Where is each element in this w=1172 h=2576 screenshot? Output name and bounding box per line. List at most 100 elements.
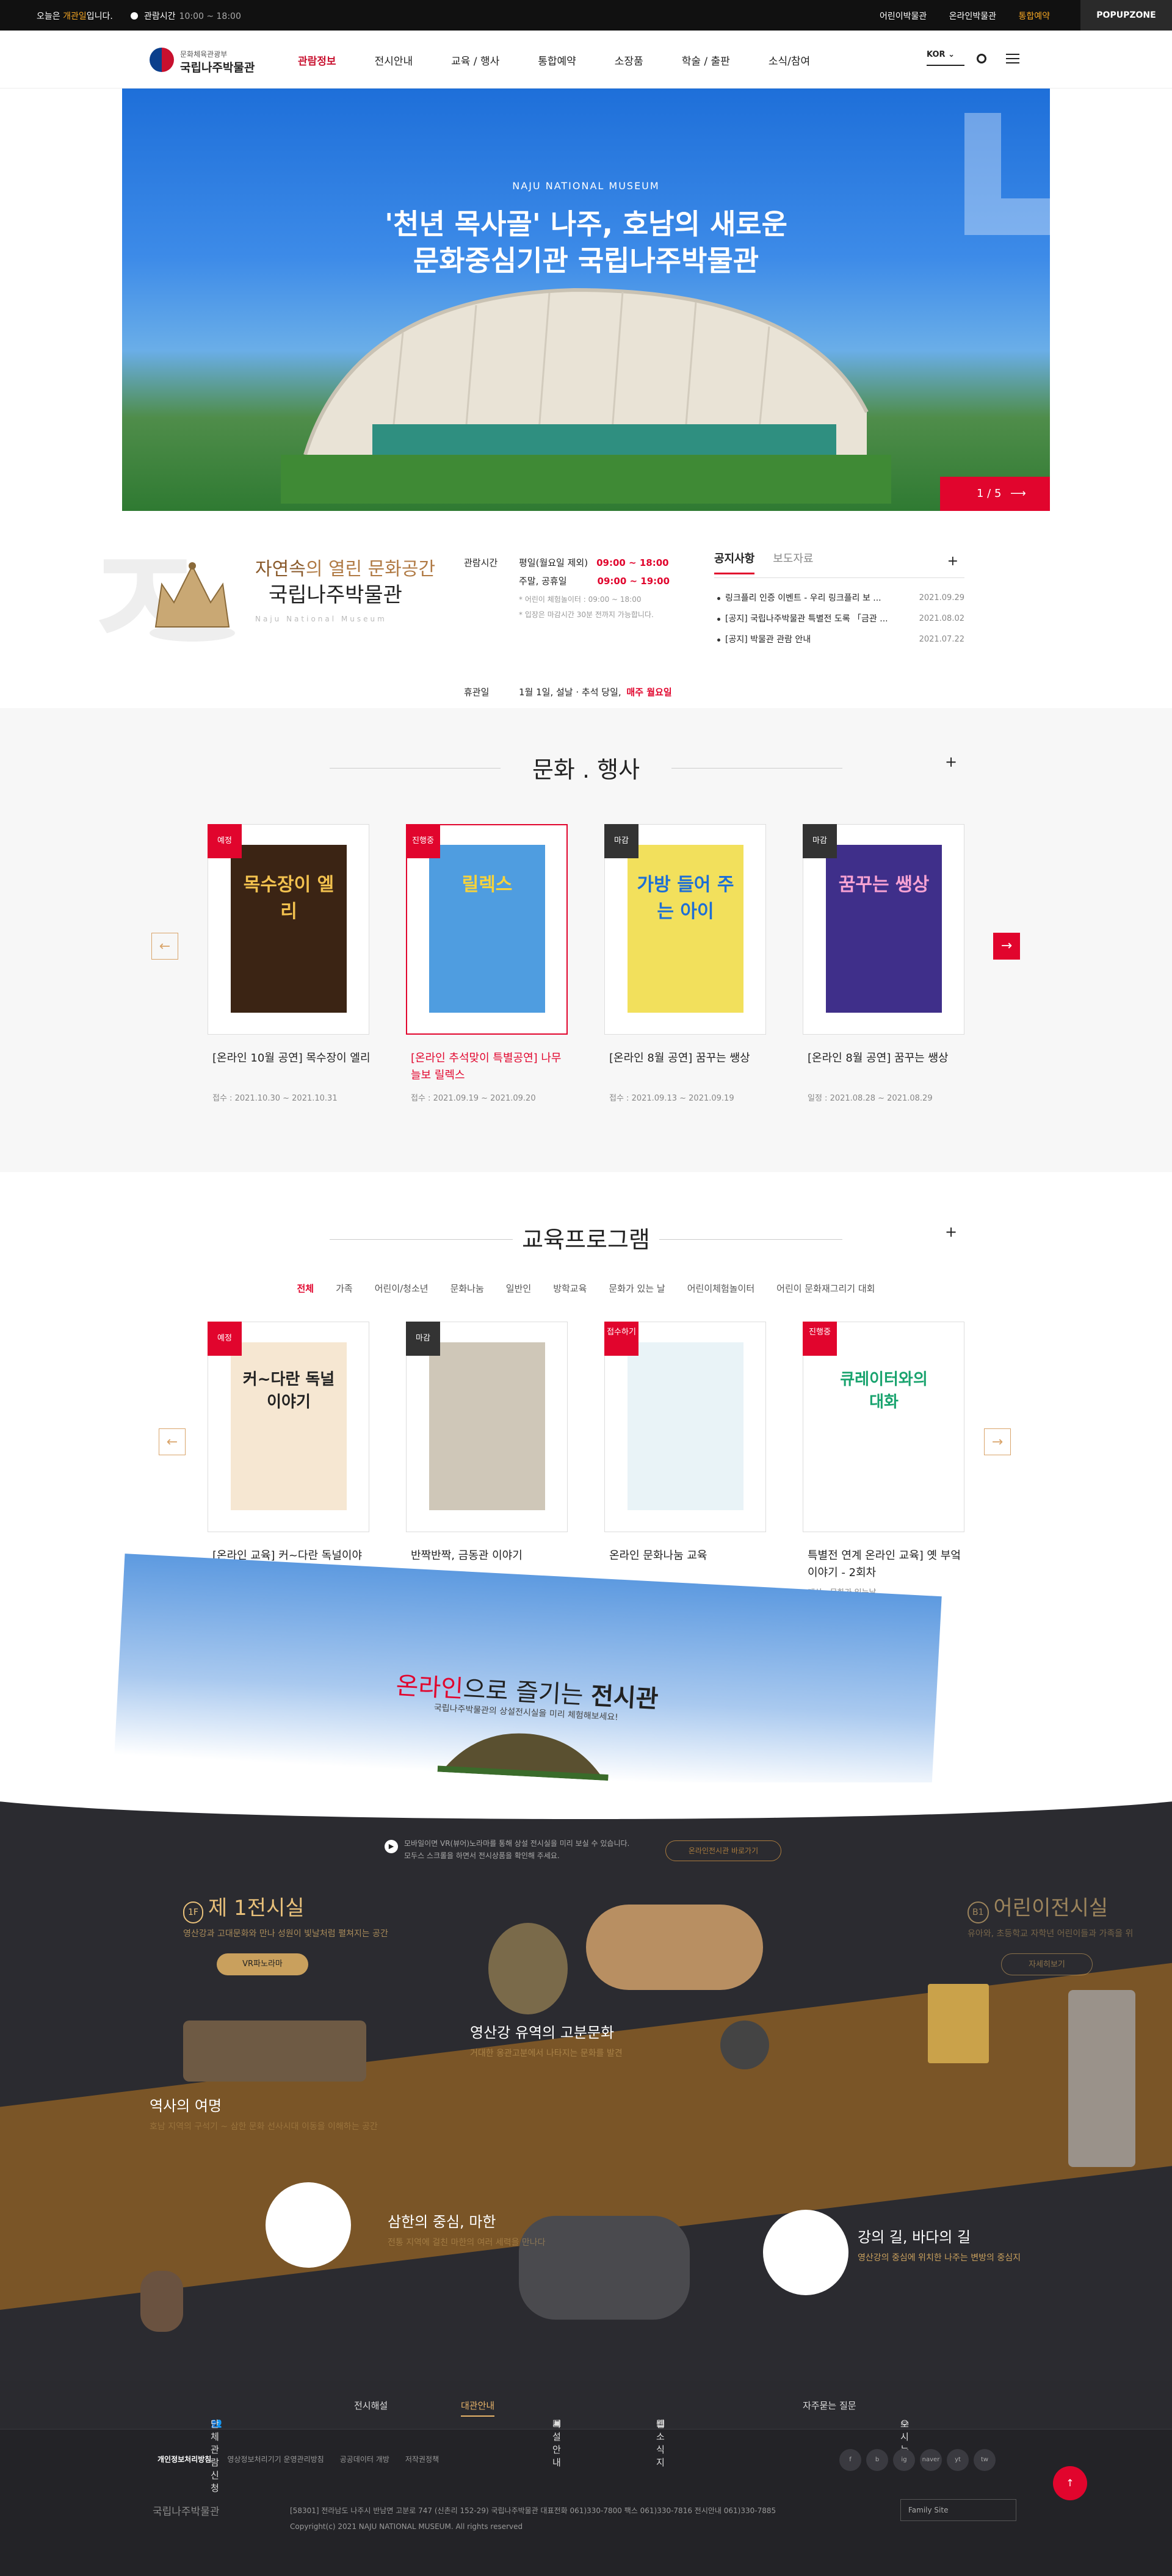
vr-panorama-button[interactable]: VR파노라마 xyxy=(217,1953,308,1975)
details-button[interactable]: 자세히보기 xyxy=(1001,1953,1093,1975)
arrow-right-icon[interactable]: ⟶ xyxy=(1010,487,1026,500)
museum-building-image xyxy=(281,288,891,504)
open-notice: 오늘은 개관일입니다. xyxy=(37,12,113,21)
tab-press[interactable]: 보도자료 xyxy=(773,552,813,565)
naver-icon[interactable]: naver xyxy=(920,2449,942,2471)
floor-badge: 1F xyxy=(183,1901,203,1923)
nav-research[interactable]: 학술 / 출판 xyxy=(682,52,730,68)
hero-banner: NAJU NATIONAL MUSEUM '천년 목사골' 나주, 호남의 새로… xyxy=(122,89,1050,511)
filter-family[interactable]: 가족 xyxy=(336,1283,353,1294)
zone-label[interactable]: 삼한의 중심, 마한 전통 지역에 걸친 마한의 여러 세력을 만나다 xyxy=(388,2210,546,2249)
culture-events-section: 문화 . 행사 + ← → 예정 목수장이 엘리 [온라인 10월 공연] 목수장이… xyxy=(0,708,1172,1172)
quick-faq[interactable]: 자주묻는 질문 xyxy=(803,2399,856,2412)
search-icon[interactable] xyxy=(977,54,986,63)
prev-arrow-icon[interactable]: ← xyxy=(159,1428,186,1455)
poster-text xyxy=(429,1342,545,1391)
site-logo[interactable]: 문화체육관광부 국립나주박물관 xyxy=(150,44,259,74)
plus-icon[interactable]: + xyxy=(947,554,958,569)
popupzone-button[interactable]: POPUPZONE xyxy=(1080,0,1172,31)
poster-text: 목수장이 엘리 xyxy=(243,874,335,922)
document-image[interactable] xyxy=(928,1984,989,2063)
policy-links: 개인정보처리방침 영상정보처리기기 운영관리방침 공공데이터 개방 저작권정책 xyxy=(157,2454,455,2464)
filter-drawing-contest[interactable]: 어린이 문화재그리기 대회 xyxy=(776,1283,875,1294)
cctv-policy-link[interactable]: 영상정보처리기기 운영관리방침 xyxy=(227,2455,324,2464)
plus-icon[interactable]: + xyxy=(945,1223,957,1240)
address: [58301] 전라남도 나주시 반남면 고분로 747 (신촌리 152-29… xyxy=(290,2506,776,2531)
pottery-image[interactable] xyxy=(720,2021,769,2069)
youtube-icon[interactable]: yt xyxy=(947,2449,969,2471)
nav-news[interactable]: 소식/참여 xyxy=(769,52,810,68)
notice-item[interactable]: 링크플리 인증 이벤트 - 우리 링크플리 보 ... 2021.09.29 xyxy=(714,588,964,609)
poster-text xyxy=(628,1342,743,1391)
footer-logo: 국립나주박물관 xyxy=(153,2506,220,2518)
status-badge: 예정 xyxy=(208,1322,242,1356)
burial-jar-image[interactable] xyxy=(586,1905,763,1990)
clock-icon xyxy=(131,12,138,20)
crown-artifact-image[interactable] xyxy=(488,1923,568,2014)
filter-culture-day[interactable]: 문화가 있는 날 xyxy=(609,1283,665,1294)
online-exhibition-link[interactable]: 온라인전시관 바로가기 xyxy=(665,1840,781,1861)
status-badge: 접수하기 xyxy=(604,1322,638,1356)
open-data-link[interactable]: 공공데이터 개방 xyxy=(340,2455,389,2464)
section-title: 교육프로그램 xyxy=(522,1226,650,1253)
tab-notice[interactable]: 공지사항 xyxy=(714,552,755,574)
prev-arrow-icon[interactable]: ← xyxy=(151,933,178,960)
taegeuk-emblem-icon xyxy=(150,48,174,72)
next-arrow-icon[interactable]: → xyxy=(993,933,1020,960)
chevron-down-icon: ⌄ xyxy=(948,50,955,59)
top-links: 어린이박물관 온라인박물관 통합예약 xyxy=(860,10,1050,22)
opening-hours: 관람시간 10:00 ~ 18:00 xyxy=(131,10,241,22)
language-select[interactable]: KOR ⌄ xyxy=(927,50,964,66)
stone-lantern-image[interactable] xyxy=(1068,1990,1135,2167)
nav-visit-info[interactable]: 관람정보 xyxy=(298,52,336,68)
nav-exhibition[interactable]: 전시안내 xyxy=(375,52,413,68)
notice-item[interactable]: [공지] 박물관 관람 안내 2021.07.22 xyxy=(714,629,964,650)
vr-notice: ▶ 모바일이면 VR(뷰어)노라마를 통해 상설 전시실을 미리 보실 수 있습니… xyxy=(385,1837,629,1862)
menu-icon[interactable] xyxy=(1006,54,1019,65)
zone-label[interactable]: 역사의 여명 호남 지역의 구석기 ~ 삼한 문화 선사시대 이동을 이해하는 공… xyxy=(150,2094,378,2133)
link-children-museum[interactable]: 어린이박물관 xyxy=(880,12,927,21)
exhibition-hall-map: ▶ 모바일이면 VR(뷰어)노라마를 통해 상설 전시실을 미리 보실 수 있습니… xyxy=(0,1782,1172,2381)
beads-artifact-image[interactable] xyxy=(763,2210,848,2295)
privacy-policy-link[interactable]: 개인정보처리방침 xyxy=(157,2455,211,2464)
filter-all[interactable]: 전체 xyxy=(297,1283,314,1294)
nav-collection[interactable]: 소장품 xyxy=(615,52,643,68)
filter-sharing[interactable]: 문화나눔 xyxy=(450,1283,484,1294)
gilt-crown-image xyxy=(150,562,235,642)
notice-item[interactable]: [공지] 국립나주박물관 특별전 도록 「금관 ... 2021.08.02 xyxy=(714,609,964,629)
next-arrow-icon[interactable]: → xyxy=(984,1428,1011,1455)
poster-text: 가방 들어 주는 아이 xyxy=(637,874,734,922)
spindle-artifact-image[interactable] xyxy=(266,2182,351,2268)
family-site-select[interactable]: Family Site xyxy=(900,2499,1016,2521)
status-badge: 진행중 xyxy=(406,824,440,858)
main-navigation: 관람정보 전시안내 교육 / 행사 통합예약 소장품 학술 / 출판 소식/참여 xyxy=(298,52,848,68)
nav-education-events[interactable]: 교육 / 행사 xyxy=(451,52,499,68)
facebook-icon[interactable]: f xyxy=(839,2449,861,2471)
hero-title-line1: '천년 목사골' 나주, 호남의 새로운 xyxy=(385,208,787,241)
filter-general[interactable]: 일반인 xyxy=(506,1283,531,1294)
link-reservation[interactable]: 통합예약 xyxy=(1018,12,1050,21)
twitter-icon[interactable]: tw xyxy=(974,2449,996,2471)
zone-label[interactable]: 영산강 유역의 고분문화 거대한 옹관고분에서 나타지는 문화를 발견 xyxy=(470,2021,623,2060)
slide-controls[interactable]: 1 / 5 ⟶ xyxy=(940,477,1050,511)
filter-vacation[interactable]: 방학교육 xyxy=(553,1283,587,1294)
card-date: 접수 : 2021.09.19 ~ 2021.09.20 xyxy=(411,1094,536,1103)
nav-reservation[interactable]: 통합예약 xyxy=(538,52,576,68)
instagram-icon[interactable]: ig xyxy=(893,2449,915,2471)
play-icon: ▶ xyxy=(385,1840,398,1853)
bone-tools-image[interactable] xyxy=(183,2021,366,2082)
online-exhibition-banner[interactable]: 온라인으로 즐기는 전시관 국립나주박물관의 상설전시실을 미리 체험해보세요! xyxy=(114,1554,942,1798)
card-title: [온라인 8월 공연] 꿈꾸는 쌩상 xyxy=(808,1052,949,1065)
jar-image[interactable] xyxy=(140,2271,183,2332)
filter-playground[interactable]: 어린이체험놀이터 xyxy=(687,1283,754,1294)
link-online-museum[interactable]: 온라인박물관 xyxy=(949,12,996,21)
copyright-policy-link[interactable]: 저작권정책 xyxy=(405,2455,439,2464)
plus-icon[interactable]: + xyxy=(945,753,957,770)
filter-children[interactable]: 어린이/청소년 xyxy=(375,1283,429,1294)
zone-label[interactable]: 강의 길, 바다의 길 영산강의 중심에 위치한 나주는 변방의 중심지 xyxy=(858,2225,1021,2265)
quick-docent[interactable]: 전시해설 xyxy=(354,2399,388,2412)
scroll-top-icon[interactable]: ↑ xyxy=(1053,2466,1087,2500)
blog-icon[interactable]: b xyxy=(866,2449,888,2471)
poster-image: 커~다란 독널이야기 xyxy=(231,1342,347,1510)
quick-rental[interactable]: 대관안내 xyxy=(461,2399,495,2417)
